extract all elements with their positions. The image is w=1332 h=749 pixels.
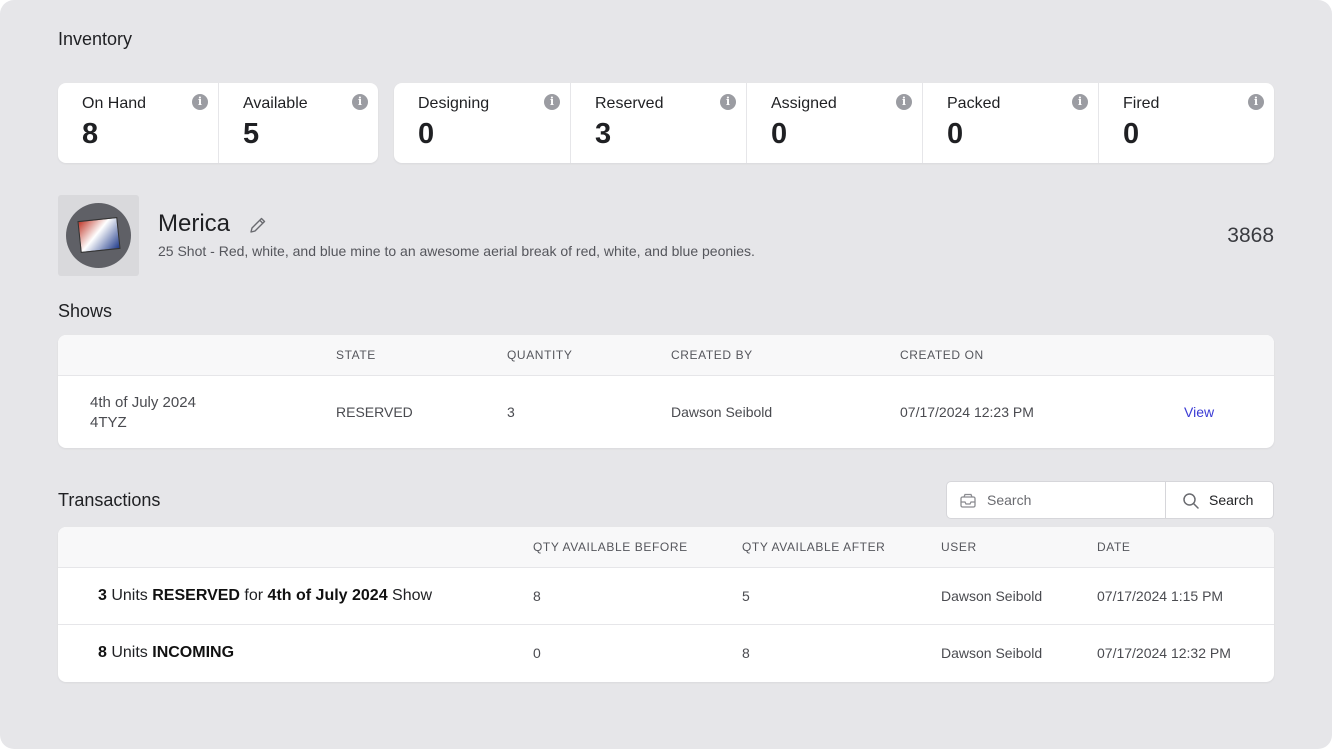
show-quantity: 3 bbox=[507, 404, 515, 420]
stat-value: 8 bbox=[82, 118, 99, 150]
qty-after: 5 bbox=[742, 588, 750, 604]
product-name: Merica bbox=[158, 210, 231, 237]
stat-value: 0 bbox=[418, 118, 435, 150]
transaction-description: 8 Units INCOMING bbox=[98, 644, 234, 662]
units-word: Units bbox=[106, 644, 153, 661]
search-button[interactable]: Search bbox=[1166, 482, 1273, 518]
transaction-search: Search bbox=[946, 481, 1274, 519]
pencil-icon[interactable] bbox=[248, 215, 268, 235]
stat-value: 0 bbox=[947, 118, 964, 150]
stat-assigned: Assigned 0 i bbox=[747, 83, 923, 163]
transactions-title: Transactions bbox=[58, 490, 161, 510]
stat-packed: Packed 0 i bbox=[923, 83, 1099, 163]
search-input-wrapper bbox=[947, 482, 1166, 518]
transaction-show: 4th of July 2024 bbox=[267, 587, 388, 604]
info-icon[interactable]: i bbox=[1248, 94, 1264, 110]
status-stats-card: Designing 0 i Reserved 3 i Assigned 0 i … bbox=[394, 83, 1274, 163]
product-id: 3868 bbox=[1227, 224, 1274, 247]
stat-value: 0 bbox=[1123, 118, 1140, 150]
show-created-by: Dawson Seibold bbox=[671, 404, 773, 420]
info-icon[interactable]: i bbox=[896, 94, 912, 110]
shows-title: Shows bbox=[58, 301, 113, 321]
product-image bbox=[58, 195, 139, 276]
transaction-qty: 8 bbox=[98, 644, 107, 661]
shows-table-header: STATE QUANTITY CREATED BY CREATED ON bbox=[58, 335, 1274, 376]
units-word: Units bbox=[106, 587, 153, 604]
transaction-description: 3 Units RESERVED for 4th of July 2024 Sh… bbox=[98, 587, 432, 605]
stat-designing: Designing 0 i bbox=[394, 83, 571, 163]
column-header-qty-after: QTY AVAILABLE AFTER bbox=[742, 540, 886, 554]
inbox-icon bbox=[960, 493, 976, 508]
transaction-qty: 3 bbox=[98, 587, 107, 604]
page-frame: Inventory On Hand 8 i Available 5 i Desi… bbox=[0, 0, 1332, 749]
qty-after: 8 bbox=[742, 645, 750, 661]
transactions-table-header: QTY AVAILABLE BEFORE QTY AVAILABLE AFTER… bbox=[58, 527, 1274, 568]
stat-reserved: Reserved 3 i bbox=[571, 83, 747, 163]
transaction-date: 07/17/2024 1:15 PM bbox=[1097, 588, 1224, 604]
show-suffix: Show bbox=[387, 587, 433, 604]
transactions-table: QTY AVAILABLE BEFORE QTY AVAILABLE AFTER… bbox=[58, 527, 1274, 682]
column-header-date: DATE bbox=[1097, 540, 1131, 554]
info-icon[interactable]: i bbox=[192, 94, 208, 110]
column-header-created-by: CREATED BY bbox=[671, 348, 753, 362]
search-button-label: Search bbox=[1209, 492, 1254, 508]
transaction-user: Dawson Seibold bbox=[941, 588, 1043, 604]
for-word: for bbox=[239, 587, 268, 604]
info-icon[interactable]: i bbox=[544, 94, 560, 110]
stat-fired: Fired 0 i bbox=[1099, 83, 1274, 163]
info-icon[interactable]: i bbox=[352, 94, 368, 110]
view-show-link[interactable]: View bbox=[1184, 404, 1214, 420]
stock-stats-card: On Hand 8 i Available 5 i bbox=[58, 83, 378, 163]
product-description: 25 Shot - Red, white, and blue mine to a… bbox=[158, 243, 755, 259]
stat-value: 3 bbox=[595, 118, 612, 150]
search-icon bbox=[1183, 493, 1199, 509]
info-icon[interactable]: i bbox=[1072, 94, 1088, 110]
search-input[interactable] bbox=[987, 490, 1157, 510]
show-code: 4TYZ bbox=[90, 414, 127, 431]
info-icon[interactable]: i bbox=[720, 94, 736, 110]
transaction-action: RESERVED bbox=[152, 587, 240, 604]
stat-value: 5 bbox=[243, 118, 260, 150]
column-header-user: USER bbox=[941, 540, 977, 554]
qty-before: 0 bbox=[533, 645, 541, 661]
table-row: 8 Units INCOMING 0 8 Dawson Seibold 07/1… bbox=[58, 625, 1274, 682]
column-header-qty-before: QTY AVAILABLE BEFORE bbox=[533, 540, 688, 554]
inventory-title: Inventory bbox=[58, 29, 133, 49]
column-header-created-on: CREATED ON bbox=[900, 348, 984, 362]
stat-available: Available 5 i bbox=[219, 83, 378, 163]
stat-on-hand: On Hand 8 i bbox=[58, 83, 219, 163]
transaction-date: 07/17/2024 12:32 PM bbox=[1097, 645, 1231, 661]
firework-box-image bbox=[77, 216, 121, 254]
show-created-on: 07/17/2024 12:23 PM bbox=[900, 404, 1034, 420]
show-state: RESERVED bbox=[336, 404, 413, 420]
shows-table: STATE QUANTITY CREATED BY CREATED ON 4th… bbox=[58, 335, 1274, 448]
transaction-user: Dawson Seibold bbox=[941, 645, 1043, 661]
table-row: 3 Units RESERVED for 4th of July 2024 Sh… bbox=[58, 568, 1274, 625]
column-header-quantity: QUANTITY bbox=[507, 348, 573, 362]
transaction-action: INCOMING bbox=[152, 644, 235, 661]
column-header-state: STATE bbox=[336, 348, 376, 362]
qty-before: 8 bbox=[533, 588, 541, 604]
stat-value: 0 bbox=[771, 118, 788, 150]
show-name: 4th of July 2024 bbox=[90, 394, 196, 411]
table-row: 4th of July 2024 4TYZ RESERVED 3 Dawson … bbox=[58, 376, 1274, 448]
